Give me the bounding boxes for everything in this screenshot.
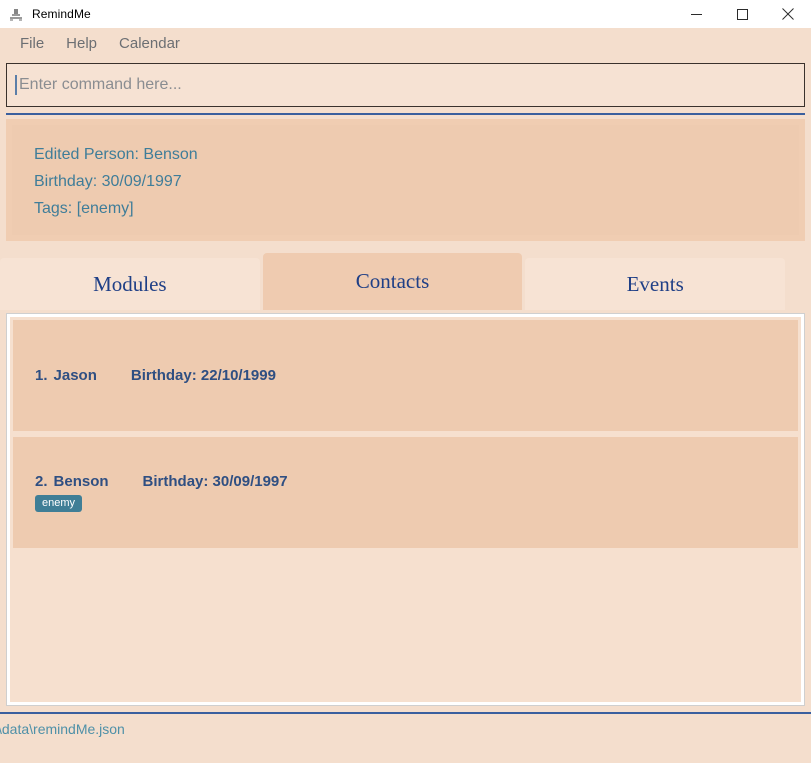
tab-events[interactable]: Events — [525, 258, 786, 310]
title-bar: RemindMe — [0, 0, 811, 28]
contact-header-row: 1. Jason Birthday: 22/10/1999 — [35, 367, 798, 384]
status-badge: enemy — [35, 495, 83, 512]
contact-name: Benson — [53, 473, 109, 490]
menu-item-help[interactable]: Help — [55, 33, 108, 55]
status-bar: \data\remindMe.json — [0, 714, 811, 744]
result-panel: Edited Person: Benson Birthday: 30/09/19… — [6, 119, 805, 241]
result-line-birthday: Birthday: 30/09/1997 — [34, 173, 182, 190]
app-window: RemindMe File Help Calendar Enter comman… — [0, 0, 811, 763]
tab-bar: Modules Contacts Events — [0, 253, 811, 310]
contact-index: 2. — [35, 473, 48, 490]
command-placeholder: Enter command here... — [19, 76, 182, 93]
command-area: Enter command here... — [0, 60, 811, 115]
contact-birthday: Birthday: 22/10/1999 — [130, 367, 276, 384]
list-item[interactable]: 1. Jason Birthday: 22/10/1999 — [13, 320, 798, 431]
contact-birthday: Birthday: 30/09/1997 — [142, 473, 288, 490]
maximize-icon[interactable] — [719, 0, 765, 28]
result-line-edited-person: Edited Person: Benson — [34, 146, 198, 163]
menu-item-calendar[interactable]: Calendar — [108, 33, 191, 55]
command-input[interactable]: Enter command here... — [6, 63, 805, 107]
tab-contacts[interactable]: Contacts — [262, 253, 523, 310]
contact-list-container: 1. Jason Birthday: 22/10/1999 2. Benson … — [6, 313, 805, 706]
window-controls — [673, 0, 811, 28]
contact-header-row: 2. Benson Birthday: 30/09/1997 — [35, 473, 798, 490]
close-icon[interactable] — [765, 0, 811, 28]
window-title: RemindMe — [32, 7, 91, 21]
list-item[interactable]: 2. Benson Birthday: 30/09/1997 enemy — [13, 437, 798, 548]
contact-index: 1. — [35, 367, 48, 384]
menu-item-file[interactable]: File — [9, 33, 55, 55]
result-line-tags: Tags: [enemy] — [34, 200, 134, 217]
menu-bar: File Help Calendar — [0, 28, 811, 60]
app-icon — [8, 6, 24, 22]
contact-name: Jason — [53, 367, 97, 384]
contact-list[interactable]: 1. Jason Birthday: 22/10/1999 2. Benson … — [10, 317, 801, 702]
text-caret — [15, 75, 17, 95]
result-content: Edited Person: Benson Birthday: 30/09/19… — [12, 125, 799, 235]
command-divider — [6, 113, 805, 115]
minimize-icon[interactable] — [673, 0, 719, 28]
tab-modules[interactable]: Modules — [0, 258, 260, 310]
contact-tag-row: enemy — [35, 495, 798, 512]
save-location-path: \data\remindMe.json — [0, 721, 125, 737]
